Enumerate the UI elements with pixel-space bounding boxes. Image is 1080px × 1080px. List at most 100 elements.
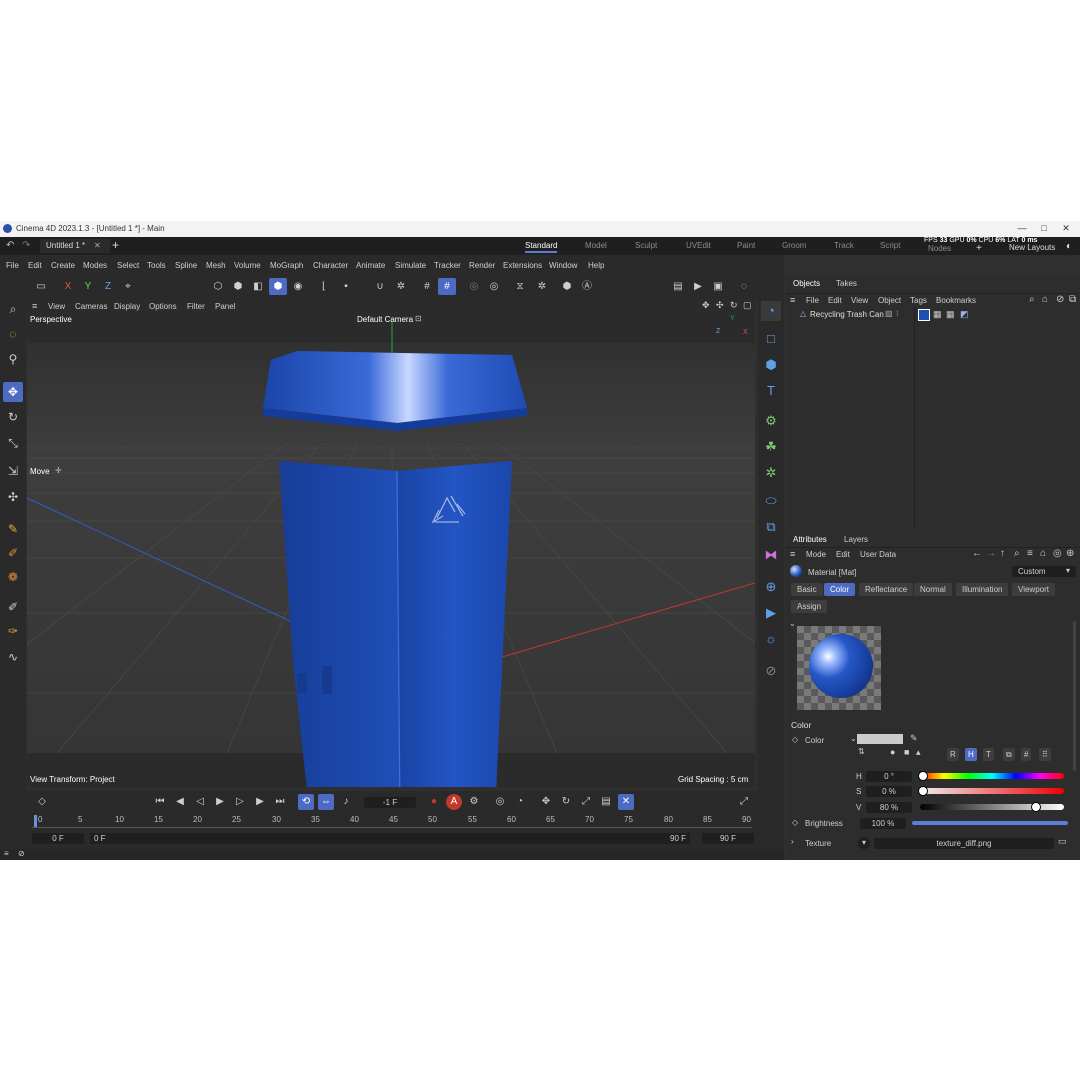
lock-icon[interactable]: ⌂ — [1040, 548, 1046, 559]
objects-menu-view[interactable]: View — [851, 296, 868, 305]
layout-tab-model[interactable]: Model — [585, 241, 607, 250]
menu-create[interactable]: Create — [51, 261, 75, 270]
forward-arrow-icon[interactable]: → — [986, 548, 996, 559]
mode-tab-basic[interactable]: Basic — [791, 583, 823, 596]
lod-icon[interactable]: ⬢ — [558, 278, 576, 295]
mode-tab-color[interactable]: Color — [824, 583, 856, 596]
render-picture-viewer-icon[interactable]: ▶ — [689, 278, 707, 295]
symmetry-settings-icon[interactable]: ✲ — [533, 278, 551, 295]
maximize-view-icon[interactable]: ▢ — [743, 300, 752, 311]
spline-paint-icon[interactable]: ✐ — [3, 543, 23, 563]
tab-layers[interactable]: Layers — [844, 535, 868, 544]
camera-tool-icon[interactable]: ▶ — [761, 603, 781, 623]
brightness-field[interactable]: 100 % — [860, 818, 906, 829]
record-pla-icon[interactable]: ✕ — [618, 794, 634, 810]
document-tab[interactable]: Untitled 1 * ✕ — [40, 239, 110, 253]
eyedropper-icon[interactable]: ✎ — [910, 733, 918, 744]
search-icon[interactable]: ⌕ — [3, 299, 23, 319]
menu-tools[interactable]: Tools — [147, 261, 166, 270]
objects-filter-icon[interactable]: ⊘ — [1056, 294, 1064, 305]
zoom-view-icon[interactable]: ✣ — [716, 300, 724, 311]
viewport-menu-cameras[interactable]: Cameras — [75, 302, 107, 311]
disabled-tool-icon[interactable]: ⊘ — [761, 661, 781, 681]
cube-object-icon[interactable]: ⬢ — [761, 355, 781, 375]
live-selection-icon[interactable]: ◌ — [3, 324, 23, 344]
color-spectrum-icon[interactable]: ■ — [904, 747, 909, 757]
record-active-icon[interactable]: ● — [426, 794, 442, 810]
close-tab-icon[interactable]: ✕ — [94, 239, 101, 253]
mode-tab-normal[interactable]: Normal — [914, 583, 952, 596]
mode-tab-viewport[interactable]: Viewport — [1012, 583, 1055, 596]
layout-tab-paint[interactable]: Paint — [737, 241, 755, 250]
scale-tool-icon[interactable]: ⤡ — [3, 433, 23, 453]
menu-edit[interactable]: Edit — [28, 261, 42, 270]
brush-tool-icon[interactable]: ✐ — [3, 597, 23, 617]
preview-range-icon[interactable]: ⇔ — [318, 794, 334, 810]
next-key-icon[interactable]: ▶ — [252, 794, 268, 810]
text-object-icon[interactable]: T — [761, 381, 781, 401]
end-frame-field[interactable]: 90 F — [702, 833, 754, 844]
animation-layer-icon[interactable]: Ⓐ — [578, 278, 596, 295]
menu-simulate[interactable]: Simulate — [395, 261, 426, 270]
mixer-button[interactable]: ⧉ — [1003, 748, 1015, 761]
kelvin-model-button[interactable]: T — [983, 748, 994, 761]
record-scale-icon[interactable]: ⤢ — [578, 794, 594, 810]
attributes-menu-mode[interactable]: Mode — [806, 550, 826, 559]
texture-expand-icon[interactable]: › — [791, 837, 794, 846]
rgb-model-button[interactable]: R — [947, 748, 959, 761]
hue-slider-knob[interactable] — [918, 771, 928, 781]
go-to-start-icon[interactable]: ⏮ — [152, 794, 168, 810]
viewport-menu-options[interactable]: Options — [149, 302, 177, 311]
menu-modes[interactable]: Modes — [83, 261, 107, 270]
status-menu-icon[interactable]: ≡ — [4, 849, 9, 858]
lock-z-axis-button[interactable]: Z — [99, 278, 117, 295]
objects-home-icon[interactable]: ⌂ — [1042, 294, 1048, 305]
cloner-object-icon[interactable]: ☘ — [761, 437, 781, 457]
loop-icon[interactable]: ⟲ — [298, 794, 314, 810]
preview-collapse-icon[interactable]: ⌄ — [789, 619, 796, 628]
minimize-button[interactable]: — — [1012, 223, 1032, 235]
brightness-slider[interactable] — [912, 821, 1068, 825]
viewport-menu-view[interactable]: View — [48, 302, 65, 311]
pan-view-icon[interactable]: ✥ — [702, 300, 710, 311]
objects-menu-bookmarks[interactable]: Bookmarks — [936, 296, 976, 305]
layout-tab-uvedit[interactable]: UVEdit — [686, 241, 711, 250]
redshift-icon[interactable]: ◌ — [735, 278, 753, 295]
key-interpolation-icon[interactable]: ◔ — [512, 794, 528, 810]
viewport-menu-filter[interactable]: Filter — [187, 302, 205, 311]
spline-pen-icon[interactable]: ✎ — [3, 519, 23, 539]
lock-x-axis-button[interactable]: X — [59, 278, 77, 295]
smooth-tool-icon[interactable]: ∿ — [3, 647, 23, 667]
spline-shapes-icon[interactable]: ❁ — [3, 567, 23, 587]
plane-object-icon[interactable]: □ — [761, 329, 781, 349]
brightness-keyframe-icon[interactable]: ◇ — [792, 818, 798, 827]
deformer-object-icon[interactable]: ⬭ — [761, 491, 781, 511]
polygons-mode-icon[interactable]: ◧ — [249, 278, 267, 295]
saturation-field[interactable]: 0 % — [866, 786, 912, 797]
mode-tab-illumination[interactable]: Illumination — [956, 583, 1009, 596]
keyframe-icon[interactable]: ◇ — [34, 794, 50, 810]
go-to-end-icon[interactable]: ⏭ — [272, 794, 288, 810]
mode-tab-assign[interactable]: Assign — [791, 600, 828, 613]
objects-menu-edit[interactable]: Edit — [828, 296, 842, 305]
layout-tab-standard[interactable]: Standard — [525, 241, 558, 253]
rotate-tool-icon[interactable]: ↻ — [3, 407, 23, 427]
hue-slider[interactable] — [920, 773, 1064, 779]
menu-window[interactable]: Window — [549, 261, 577, 270]
up-arrow-icon[interactable]: ↑ — [1000, 548, 1005, 559]
previous-frame-icon[interactable]: ◁ — [192, 794, 208, 810]
knife-tool-icon[interactable]: ✑ — [3, 621, 23, 641]
viewport-menu-display[interactable]: Display — [114, 302, 140, 311]
generator-object-icon[interactable]: ⚙ — [761, 411, 781, 431]
mode-tab-reflectance[interactable]: Reflectance — [859, 583, 914, 596]
camera-link-icon[interactable]: ⊡ — [415, 314, 422, 323]
attributes-hamburger-icon[interactable]: ≡ — [790, 549, 795, 559]
object-enabled-icon[interactable]: ⁝ — [896, 309, 899, 318]
start-frame-field[interactable]: 0 F — [32, 833, 84, 844]
color-image-icon[interactable]: ▴ — [916, 747, 921, 758]
menu-select[interactable]: Select — [117, 261, 139, 270]
menu-tracker[interactable]: Tracker — [434, 261, 461, 270]
attributes-filter-icon[interactable]: ≡ — [1027, 548, 1033, 559]
viewport-menu-panel[interactable]: Panel — [215, 302, 235, 311]
menu-volume[interactable]: Volume — [234, 261, 261, 270]
